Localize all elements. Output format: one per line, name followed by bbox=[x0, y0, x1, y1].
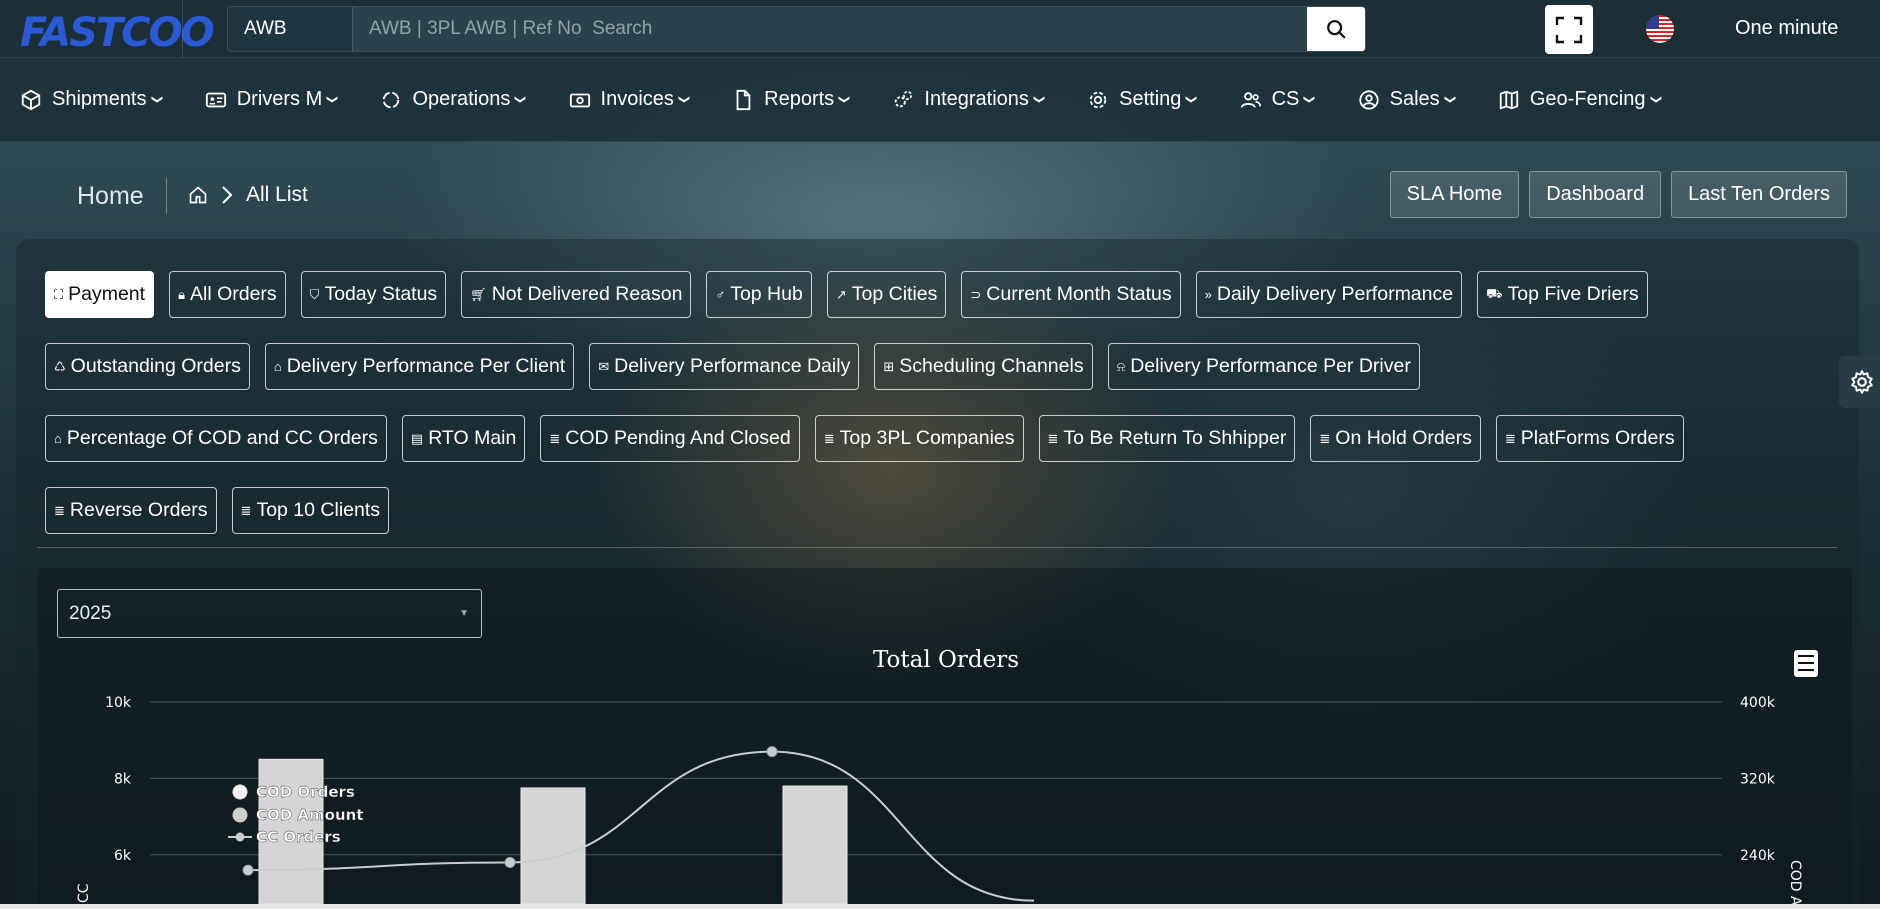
legend-label: COD Amount bbox=[256, 806, 364, 824]
legend-label: COD Orders bbox=[256, 783, 355, 801]
legend-label: CC Orders bbox=[256, 828, 341, 846]
y-tick-left: 10k bbox=[105, 695, 132, 711]
point-cc-orders bbox=[766, 746, 778, 758]
chart-menu-icon[interactable] bbox=[1794, 650, 1818, 677]
y-tick-right: 240k bbox=[1740, 848, 1776, 864]
chart-title: Total Orders bbox=[873, 647, 1019, 673]
legend-marker-cc-orders bbox=[235, 832, 245, 842]
bar-cod-orders bbox=[782, 785, 848, 904]
legend-marker-cod-orders bbox=[232, 784, 248, 800]
y-axis-label-right: COD A bbox=[1787, 860, 1803, 904]
point-cc-orders bbox=[242, 864, 254, 876]
y-tick-right: 320k bbox=[1740, 771, 1776, 787]
y-tick-left: 8k bbox=[114, 771, 132, 787]
point-cc-orders bbox=[504, 856, 516, 868]
line-cc-orders bbox=[247, 750, 1035, 902]
horizontal-scrollbar[interactable] bbox=[0, 904, 1880, 909]
y-tick-left: 6k bbox=[114, 848, 132, 864]
total-orders-chart: Total Orders 10k 400k 8k 320k 6k 240k CC COD A CO… bbox=[76, 647, 1818, 904]
legend-marker-cod-amount bbox=[232, 807, 248, 823]
bar-cod-orders bbox=[520, 787, 586, 904]
y-axis-label-left: CC bbox=[76, 883, 92, 903]
y-tick-right: 400k bbox=[1740, 695, 1776, 711]
